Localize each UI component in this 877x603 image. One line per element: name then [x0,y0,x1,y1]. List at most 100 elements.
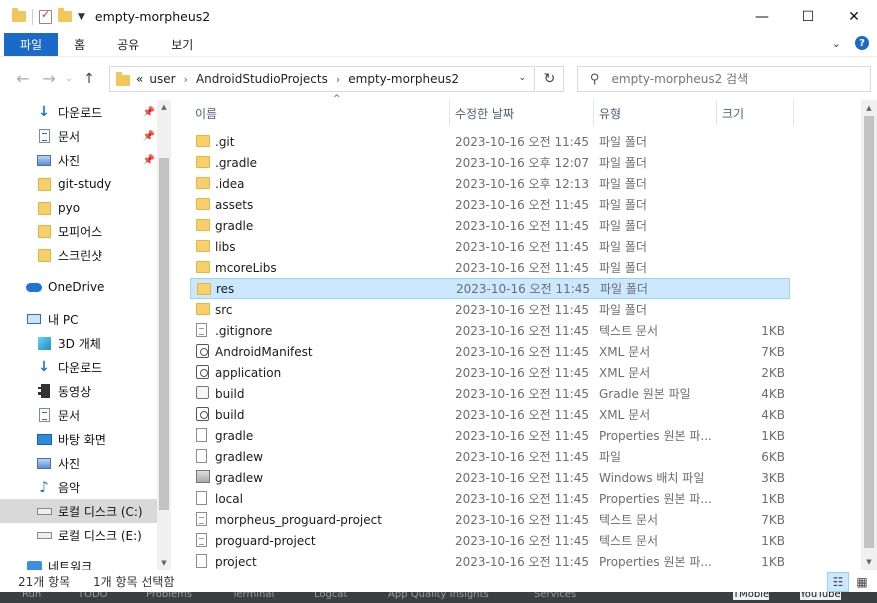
scroll-down-icon[interactable]: ▼ [157,559,171,567]
pin-icon: 📌 [142,106,155,118]
nav-item-pictures-pinned[interactable]: 사진 📌 [0,148,157,172]
ide-tab-problems[interactable]: Problems [146,592,192,600]
tab-file[interactable]: 파일 [4,33,59,56]
nav-item-pictures[interactable]: 사진 [0,451,157,475]
nav-item-morpheus[interactable]: 모피어스 [0,219,157,243]
tab-home[interactable]: 홈 [58,33,101,56]
nav-item-this-pc[interactable]: 내 PC [0,307,157,331]
file-list-scrollbar-thumb[interactable] [864,116,874,548]
maximize-button[interactable]: ☐ [785,0,831,33]
column-header-date[interactable]: 수정한 날짜 [450,100,594,126]
customize-toolbar-dropdown[interactable]: ▼ [78,12,85,22]
breadcrumb-empty-morpheus2[interactable]: empty-morpheus2 [348,72,459,86]
expand-ribbon-icon[interactable]: ⌄ [832,37,841,50]
folder-icon [196,198,210,210]
document-icon [38,129,50,143]
table-row[interactable]: mcoreLibs 2023-10-16 오전 11:45 파일 폴더 [190,257,790,278]
table-row[interactable]: morpheus_proguard-project 2023-10-16 오전 … [190,509,790,530]
table-row[interactable]: .gitignore 2023-10-16 오전 11:45 텍스트 문서 1K… [190,320,790,341]
table-row[interactable]: gradle 2023-10-16 오전 11:45 Properties 원본… [190,425,790,446]
details-view-icon[interactable]: ☷ [827,572,849,592]
nav-item-pyo[interactable]: pyo [0,196,157,220]
nav-item-local-disk-e[interactable]: 로컬 디스크 (E:) [0,523,157,547]
scroll-down-icon[interactable]: ▼ [861,558,877,566]
nav-item-3d-objects[interactable]: 3D 개체 [0,331,157,355]
nav-item-local-disk-c[interactable]: 로컬 디스크 (C:) [0,499,157,523]
folder-icon [196,303,210,315]
nav-item-music[interactable]: ♪ 음악 [0,475,157,499]
column-header-name[interactable]: 이름 ^ [190,94,450,126]
nav-item-downloads[interactable]: ↓ 다운로드 [0,355,157,379]
table-row[interactable]: build 2023-10-16 오전 11:45 Gradle 원본 파일 4… [190,383,790,404]
table-row[interactable]: libs 2023-10-16 오전 11:45 파일 폴더 [190,236,790,257]
new-folder-icon[interactable] [58,8,72,22]
table-row[interactable]: .gradle 2023-10-16 오후 12:07 파일 폴더 [190,152,790,173]
forward-button[interactable]: → [36,69,62,88]
up-button[interactable]: ↑ [76,71,102,87]
nav-item-documents[interactable]: 문서 [0,403,157,427]
table-row[interactable]: AndroidManifest 2023-10-16 오전 11:45 XML … [190,341,790,362]
nav-item-screenshots[interactable]: 스크린샷 [0,243,157,267]
nav-item-network[interactable]: 네트워크 [0,554,157,570]
file-list-scrollbar[interactable]: ▲ ▼ [861,100,877,570]
ide-tab-logcat[interactable]: Logcat [314,592,347,600]
ide-tool-strip: Run TODO Problems Terminal Logcat App Qu… [0,592,877,603]
tab-view[interactable]: 보기 [155,33,209,56]
nav-scrollbar[interactable]: ▲ ▼ [157,100,171,570]
chevron-right-icon[interactable]: › [334,73,342,86]
nav-item-downloads-pinned[interactable]: ↓ 다운로드 📌 [0,100,157,124]
ide-tab-services[interactable]: Services [534,592,576,600]
folder-icon [196,261,210,273]
nav-item-videos[interactable]: 동영상 [0,379,157,403]
table-row[interactable]: gradlew 2023-10-16 오전 11:45 파일 6KB [190,446,790,467]
nav-item-onedrive[interactable]: OneDrive [0,275,157,299]
address-bar[interactable]: « user › AndroidStudioProjects › empty-m… [109,66,535,92]
nav-item-git-study[interactable]: git-study [0,172,157,196]
table-row[interactable]: project 2023-10-16 오전 11:45 Properties 원… [190,551,790,572]
table-row[interactable]: application 2023-10-16 오전 11:45 XML 문서 2… [190,362,790,383]
search-box[interactable]: ⚲ [577,66,871,92]
drive-icon [36,507,52,515]
ide-tab-run[interactable]: Run [22,592,41,600]
table-row[interactable]: gradlew 2023-10-16 오전 11:45 Windows 배치 파… [190,467,790,488]
large-icons-view-icon[interactable]: ▦ [851,572,873,592]
table-row[interactable]: local 2023-10-16 오전 11:45 Properties 원본 … [190,488,790,509]
breadcrumb-user[interactable]: user [149,72,175,86]
nav-item-documents-pinned[interactable]: 문서 📌 [0,124,157,148]
properties-icon[interactable] [39,8,52,24]
tab-share[interactable]: 공유 [101,33,155,56]
ide-tab-terminal[interactable]: Terminal [232,592,274,600]
table-row[interactable]: gradle 2023-10-16 오전 11:45 파일 폴더 [190,215,790,236]
table-row[interactable]: assets 2023-10-16 오전 11:45 파일 폴더 [190,194,790,215]
table-row-selected[interactable]: res 2023-10-16 오전 11:45 파일 폴더 [190,278,790,299]
table-row[interactable]: .git 2023-10-16 오전 11:45 파일 폴더 [190,131,790,152]
chevron-right-icon[interactable]: › [182,73,190,86]
scroll-up-icon[interactable]: ▲ [157,103,171,111]
close-button[interactable]: ✕ [831,0,877,33]
nav-scrollbar-thumb[interactable] [159,158,169,510]
back-button[interactable]: ← [10,69,36,88]
folder-icon[interactable] [12,8,26,22]
column-header-size[interactable]: 크기 [717,100,794,126]
table-row[interactable]: src 2023-10-16 오전 11:45 파일 폴더 [190,299,790,320]
help-icon[interactable]: ? [855,36,869,50]
recent-locations-dropdown[interactable]: ⌄ [62,74,76,84]
ide-tab-todo[interactable]: TODO [78,592,108,600]
scroll-up-icon[interactable]: ▲ [861,104,877,112]
table-row[interactable]: .idea 2023-10-16 오후 12:13 파일 폴더 [190,173,790,194]
ide-tab-app-quality-insights[interactable]: App Quality Insights [388,592,489,600]
table-row[interactable]: build 2023-10-16 오전 11:45 XML 문서 4KB [190,404,790,425]
divider [32,8,33,25]
search-input[interactable] [611,72,852,86]
nav-item-desktop[interactable]: 바탕 화면 [0,427,157,451]
refresh-button[interactable]: ↻ [536,66,564,92]
taskbar-tmoble[interactable]: TMoble [733,592,770,600]
table-row[interactable]: proguard-project 2023-10-16 오전 11:45 텍스트… [190,530,790,551]
taskbar-youtube[interactable]: YouTube [800,592,841,600]
breadcrumb-overflow[interactable]: « [136,72,143,86]
breadcrumb-androidstudioprojects[interactable]: AndroidStudioProjects [196,72,328,86]
address-dropdown-icon[interactable]: ⌄ [518,73,526,83]
column-header-type[interactable]: 유형 [594,100,717,126]
minimize-button[interactable]: — [739,0,785,33]
window-controls: — ☐ ✕ [739,0,877,33]
